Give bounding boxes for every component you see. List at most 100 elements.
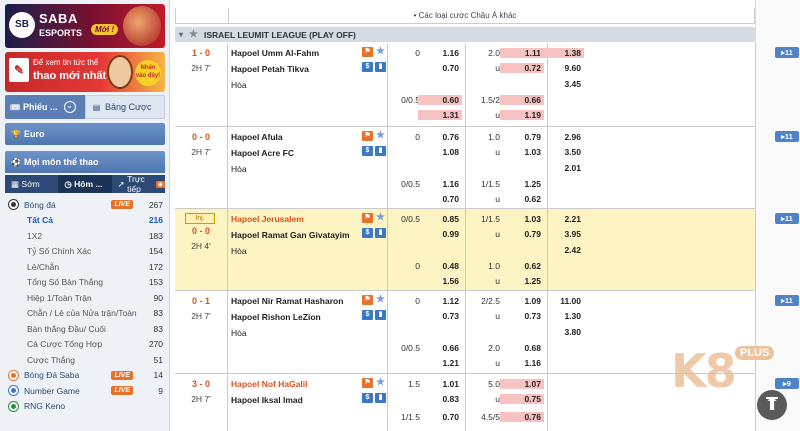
home-team[interactable]: Hapoel Nir Ramat Hasharon xyxy=(231,296,343,306)
market-item[interactable]: Lẻ/Chẵn 172 xyxy=(5,259,165,275)
tab-bet-slip[interactable]: 🎟 Phiếu ... ⌄ xyxy=(5,95,85,119)
tab-today[interactable]: ◷ Hôm ... xyxy=(58,175,112,193)
more-bets-button[interactable]: ▸11 xyxy=(775,213,799,224)
win-away-odd[interactable]: 9.60 xyxy=(540,63,584,73)
win-home-odd[interactable]: 2.96 xyxy=(540,132,584,142)
under-odd[interactable]: 1.19 xyxy=(500,110,544,120)
win-away-odd[interactable]: 3.50 xyxy=(540,147,584,157)
draw-odd[interactable]: 2.01 xyxy=(540,163,584,173)
away-team[interactable]: Hapoel Petah Tikva xyxy=(231,64,309,74)
under-odd[interactable]: 1.25 xyxy=(500,276,544,286)
win-away-odd[interactable]: 3.95 xyxy=(540,229,584,239)
away-odd[interactable]: 0.70 xyxy=(418,63,462,73)
stats-icon[interactable]: ⚑ xyxy=(362,213,373,223)
market-item[interactable]: 1X2 183 xyxy=(5,228,165,244)
market-item[interactable]: Bàn thắng Đầu/ Cuối 83 xyxy=(5,321,165,337)
home-odd[interactable]: 1.16 xyxy=(418,179,462,189)
over-odd[interactable]: 1.07 xyxy=(500,379,544,389)
home-odd[interactable]: 1.16 xyxy=(418,48,462,58)
over-odd[interactable]: 0.68 xyxy=(500,343,544,353)
market-item[interactable]: Tổng Số Bàn Thắng 153 xyxy=(5,275,165,291)
away-odd[interactable]: 1.21 xyxy=(418,358,462,368)
under-odd[interactable]: 1.03 xyxy=(500,147,544,157)
draw-odd[interactable]: 3.80 xyxy=(540,327,584,337)
score-sheet-icon[interactable]: $ xyxy=(362,146,373,156)
home-odd[interactable]: 0.66 xyxy=(418,343,462,353)
chart-icon[interactable]: ▮ xyxy=(375,62,386,72)
more-bets-button[interactable]: ▸11 xyxy=(775,131,799,142)
chart-icon[interactable]: ▮ xyxy=(375,393,386,403)
over-odd[interactable]: 1.09 xyxy=(500,296,544,306)
away-odd[interactable]: 1.56 xyxy=(418,276,462,286)
away-odd[interactable]: 1.31 xyxy=(418,110,462,120)
score-sheet-icon[interactable]: $ xyxy=(362,62,373,72)
over-odd[interactable]: 0.62 xyxy=(500,261,544,271)
tab-early[interactable]: ▦ Sớm xyxy=(5,175,58,193)
away-odd[interactable]: 0.70 xyxy=(418,194,462,204)
sidebar-item-euro[interactable]: 🏆 Euro xyxy=(5,123,165,145)
league-header[interactable]: ▾ ★ ISRAEL LEUMIT LEAGUE (PLAY OFF) xyxy=(175,27,800,42)
away-odd[interactable]: 0.83 xyxy=(418,394,462,404)
score-sheet-icon[interactable]: $ xyxy=(362,228,373,238)
market-item[interactable]: Chẵn / Lẻ của Nửa trận/Toàn 83 xyxy=(5,306,165,322)
chevron-down-icon[interactable]: ⌄ xyxy=(63,101,76,113)
home-team[interactable]: Hapoel Jerusalem xyxy=(231,214,304,224)
more-bets-button[interactable]: ▸11 xyxy=(775,47,799,58)
away-team[interactable]: Hapoel Iksal Imad xyxy=(231,395,303,405)
home-odd[interactable]: 0.48 xyxy=(418,261,462,271)
win-home-odd[interactable]: 1.38 xyxy=(540,48,584,58)
sport-item[interactable]: Bóng đá LIVE 267 xyxy=(5,197,165,213)
under-odd[interactable]: 0.79 xyxy=(500,229,544,239)
home-team[interactable]: Hapoel Afula xyxy=(231,132,283,142)
stats-icon[interactable]: ⚑ xyxy=(362,131,373,141)
market-item[interactable]: Cược Thắng 51 xyxy=(5,352,165,368)
news-banner[interactable]: ✎ Để xem tin tức thể thao mới nhất Nhấn … xyxy=(5,52,165,92)
under-odd[interactable]: 1.16 xyxy=(500,358,544,368)
scroll-to-top-button[interactable]: ⬆ xyxy=(757,390,787,420)
away-odd[interactable]: 0.73 xyxy=(418,311,462,321)
stats-icon[interactable]: ⚑ xyxy=(362,47,373,57)
over-odd[interactable]: 1.03 xyxy=(500,214,544,224)
home-odd[interactable]: 1.01 xyxy=(418,379,462,389)
away-team[interactable]: Hapoel Rishon LeZion xyxy=(231,312,321,322)
tab-bet-table[interactable]: ▤ Bảng Cược xyxy=(85,95,165,119)
chart-icon[interactable]: ▮ xyxy=(375,310,386,320)
market-item[interactable]: Cá Cược Tổng Hợp 270 xyxy=(5,337,165,353)
tab-live[interactable]: ➚ Trực tiếp ◉ xyxy=(112,174,165,194)
chart-icon[interactable]: ▮ xyxy=(375,228,386,238)
over-odd[interactable]: 1.11 xyxy=(500,48,544,58)
over-odd[interactable]: 1.25 xyxy=(500,179,544,189)
collapse-chevron-icon[interactable]: ▾ xyxy=(179,30,183,39)
win-away-odd[interactable]: 1.30 xyxy=(540,311,584,321)
over-odd[interactable]: 0.76 xyxy=(500,412,544,422)
click-here-badge[interactable]: Nhấn vào đây! xyxy=(135,60,161,86)
home-odd[interactable]: 0.60 xyxy=(418,95,462,105)
score-sheet-icon[interactable]: $ xyxy=(362,310,373,320)
sport-item[interactable]: Bóng Đá Saba LIVE 14 xyxy=(5,368,165,384)
home-odd[interactable]: 0.85 xyxy=(418,214,462,224)
market-item[interactable]: Hiệp 1/Toàn Trận 90 xyxy=(5,290,165,306)
away-odd[interactable]: 1.08 xyxy=(418,147,462,157)
home-odd[interactable]: 0.76 xyxy=(418,132,462,142)
under-odd[interactable]: 0.62 xyxy=(500,194,544,204)
market-item[interactable]: Tất Cả 216 xyxy=(5,213,165,229)
under-odd[interactable]: 0.72 xyxy=(500,63,544,73)
over-odd[interactable]: 0.79 xyxy=(500,132,544,142)
over-odd[interactable]: 0.66 xyxy=(500,95,544,105)
score-sheet-icon[interactable]: $ xyxy=(362,393,373,403)
under-odd[interactable]: 0.75 xyxy=(500,394,544,404)
more-bets-button[interactable]: ▸11 xyxy=(775,295,799,306)
home-odd[interactable]: 0.70 xyxy=(418,412,462,422)
away-team[interactable]: Hapoel Ramat Gan Givatayim xyxy=(231,230,350,240)
stats-icon[interactable]: ⚑ xyxy=(362,295,373,305)
sidebar-item-all-sports[interactable]: ⚽ Mọi môn thể thao xyxy=(5,151,165,173)
away-team[interactable]: Hapoel Acre FC xyxy=(231,148,294,158)
sport-item[interactable]: RNG Keno xyxy=(5,399,165,415)
home-odd[interactable]: 1.12 xyxy=(418,296,462,306)
stats-icon[interactable]: ⚑ xyxy=(362,378,373,388)
away-odd[interactable]: 0.99 xyxy=(418,229,462,239)
win-home-odd[interactable]: 11.00 xyxy=(540,296,584,306)
win-home-odd[interactable]: 2.21 xyxy=(540,214,584,224)
home-team[interactable]: Hapoel Nof HaGalil xyxy=(231,379,308,389)
chart-icon[interactable]: ▮ xyxy=(375,146,386,156)
